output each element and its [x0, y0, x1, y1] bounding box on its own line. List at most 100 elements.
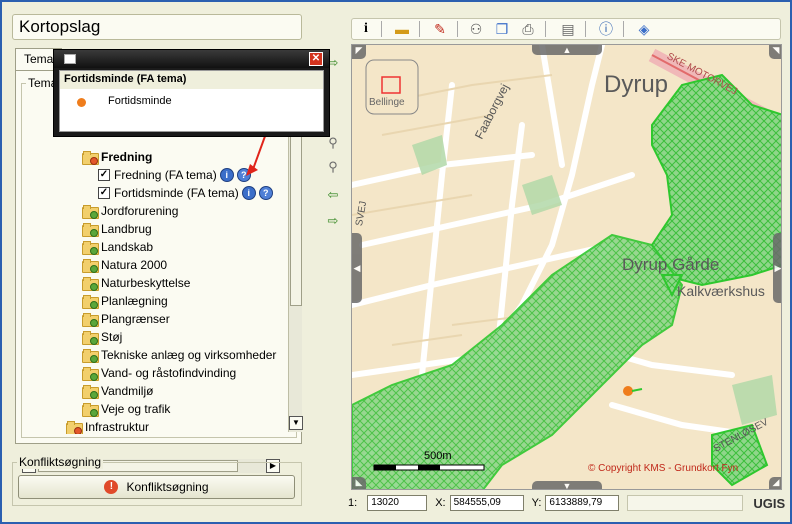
tree-label: Plangrænser: [101, 312, 170, 326]
tree-folder-plangraenser[interactable]: Plangrænser: [82, 310, 170, 328]
legend-popup: ✕ Fortidsminde (FA tema) Fortidsminde: [53, 49, 330, 137]
pan-north-icon[interactable]: ▲: [532, 45, 602, 55]
tree-folder-landbrug[interactable]: Landbrug: [82, 220, 152, 238]
scroll-down-arrow-icon[interactable]: ▼: [289, 416, 303, 430]
warning-icon: !: [104, 480, 119, 494]
tree-folder-vandmiljoe[interactable]: Vandmiljø: [82, 382, 153, 400]
scrollbar-thumb[interactable]: [290, 116, 302, 306]
pan-southwest-icon[interactable]: ◣: [352, 477, 366, 489]
settings-icon[interactable]: ◈: [633, 18, 655, 40]
tree-label: Natura 2000: [101, 258, 168, 272]
tree-label: Vand- og råstofindvinding: [101, 366, 237, 380]
status-bar: 1: 13020 X: 584555,09 Y: 6133889,79 UGIS: [348, 494, 788, 512]
map-label-town: Dyrup: [604, 71, 669, 98]
draw-pen-icon[interactable]: ✎: [429, 18, 451, 40]
folder-icon: [82, 241, 99, 255]
tree-label: Planlægning: [101, 294, 168, 308]
measure-ruler-icon[interactable]: ▬: [391, 18, 413, 40]
close-icon[interactable]: ✕: [309, 52, 323, 66]
popup-titlebar[interactable]: ✕: [54, 50, 329, 68]
x-coordinate-field: 584555,09: [449, 495, 524, 511]
print-icon[interactable]: ⎙: [517, 18, 539, 40]
tree-layer-fredning-fa: ✓ Fredning (FA tema) i ?: [98, 166, 251, 184]
info-icon[interactable]: i: [219, 168, 234, 182]
layer-checkbox[interactable]: ✓: [98, 169, 110, 181]
folder-open-icon: [82, 151, 99, 165]
y-coordinate-field: 6133889,79: [545, 495, 620, 511]
zoom-extent-icon[interactable]: ⚲: [324, 158, 342, 176]
pan-northwest-icon[interactable]: ◤: [352, 45, 366, 59]
layers-icon[interactable]: ▤: [557, 18, 579, 40]
konfliktsoegning-button[interactable]: ! Konfliktsøgning: [18, 475, 295, 499]
tree-folder-tekniske-anlaeg[interactable]: Tekniske anlæg og virksomheder: [82, 346, 276, 364]
map-label-area: Dyrup Gårde: [622, 255, 720, 274]
tree-folder-landskab[interactable]: Landskab: [82, 238, 153, 256]
tree-label: Fredning: [101, 150, 153, 164]
fortidsminde-dot-icon: [77, 98, 86, 107]
tree-folder-veje-trafik[interactable]: Veje og trafik: [82, 400, 170, 418]
tree-label: Landbrug: [101, 222, 152, 236]
tree-folder-vand-raastof[interactable]: Vand- og råstofindvinding: [82, 364, 236, 382]
tree-label: Fortidsminde (FA tema): [114, 186, 239, 200]
konflikt-legend: Konfliktsøgning: [17, 455, 104, 469]
x-label: X:: [435, 497, 446, 509]
folder-icon: [82, 259, 99, 273]
konflikt-fieldset: Konfliktsøgning ! Konfliktsøgning: [12, 455, 302, 506]
folder-icon: [82, 367, 99, 381]
info-tool-icon[interactable]: i: [355, 18, 377, 40]
binoculars-icon[interactable]: ⚇: [465, 18, 487, 40]
tree-folder-naturbeskyttelse[interactable]: Naturbeskyttelse: [82, 274, 190, 292]
overview-map-label: Bellinge: [369, 97, 405, 108]
folder-icon: [82, 205, 99, 219]
tree-label: Tekniske anlæg og virksomheder: [101, 348, 277, 362]
tree-folder-planlaegning[interactable]: Planlægning: [82, 292, 168, 310]
folder-icon: [82, 313, 99, 327]
tree-label: Fredning (FA tema): [114, 168, 217, 182]
tree-label: Støj: [101, 330, 123, 344]
folder-icon: [82, 403, 99, 417]
map-label-kalk: Kalkværkshus: [677, 283, 765, 299]
folder-icon: [82, 295, 99, 309]
tree-folder-fredning[interactable]: Fredning: [82, 148, 152, 166]
scale-field[interactable]: 13020: [367, 495, 428, 511]
folder-open-icon: [66, 421, 83, 434]
popup-legend-label: Fortidsminde: [108, 95, 172, 107]
map-canvas[interactable]: Dyrup Dyrup Gårde Kalkværkshus Faaborgve…: [351, 44, 782, 490]
tree-vertical-scrollbar[interactable]: ▼: [288, 86, 303, 432]
tree-folder-infrastruktur[interactable]: Infrastruktur: [66, 418, 149, 434]
popup-header: Fortidsminde (FA tema): [60, 71, 323, 89]
pan-southeast-icon[interactable]: ◢: [769, 477, 781, 489]
app-title: Kortopslag: [12, 14, 302, 40]
layer-checkbox[interactable]: ✓: [98, 187, 110, 199]
map-toolbar: i ▬ ✎ ⚇ ❐ ⎙ ▤ ⓘ ◈: [351, 18, 781, 40]
window-icon: [64, 54, 76, 64]
y-label: Y:: [531, 497, 542, 509]
tree-label: Naturbeskyttelse: [101, 276, 191, 290]
button-label: Konfliktsøgning: [126, 480, 209, 494]
next-view-arrow-icon[interactable]: ⇨: [324, 212, 342, 230]
tree-folder-stoej[interactable]: Støj: [82, 328, 122, 346]
ugis-logo: UGIS: [753, 495, 786, 511]
pan-northeast-icon[interactable]: ◥: [769, 45, 781, 59]
info-icon[interactable]: i: [241, 186, 256, 200]
popup-content: Fortidsminde (FA tema) Fortidsminde: [59, 70, 324, 132]
copy-icon[interactable]: ❐: [491, 18, 513, 40]
tree-folder-jordforurening[interactable]: Jordforurening: [82, 202, 178, 220]
folder-icon: [82, 349, 99, 363]
pan-west-icon[interactable]: ◀: [352, 233, 362, 303]
previous-view-arrow-icon[interactable]: ⇦: [324, 186, 342, 204]
tree-folder-natura2000[interactable]: Natura 2000: [82, 256, 167, 274]
pan-east-icon[interactable]: ▶: [773, 233, 781, 303]
app-window: Kortopslag Tema Tema Fredning ✓ Fredning…: [0, 0, 792, 524]
pan-south-icon[interactable]: ▼: [532, 481, 602, 489]
folder-icon: [82, 385, 99, 399]
help-icon[interactable]: ?: [258, 186, 273, 200]
copyright-text: © Copyright KMS - Grundkort Fyn: [588, 463, 739, 474]
tree-label: Jordforurening: [101, 204, 179, 218]
status-message-field: [627, 495, 744, 511]
help-info-icon[interactable]: ⓘ: [595, 18, 617, 40]
tree-label: Veje og trafik: [101, 402, 171, 416]
scale-bar-label: 500m: [424, 450, 452, 462]
tree-layer-fortidsminde-fa: ✓ Fortidsminde (FA tema) i ?: [98, 184, 273, 202]
tree-label: Vandmiljø: [101, 384, 154, 398]
